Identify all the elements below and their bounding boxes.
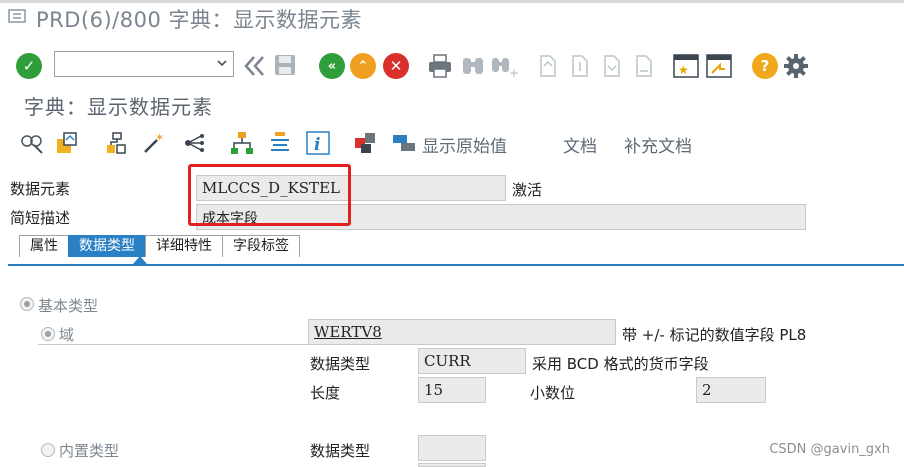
tab-data-type[interactable]: 数据类型 [68,235,146,257]
tab-further-characteristics[interactable]: 详细特性 [145,235,223,257]
magic-wand-icon[interactable]: ✶ [142,131,166,155]
back-icon[interactable]: « [319,53,345,79]
watermark: CSDN @gavin_gxh [769,442,890,457]
domain-radio[interactable] [41,327,55,341]
first-page-icon[interactable] [535,54,559,78]
enter-check-icon[interactable]: ✓ [16,53,42,79]
domain-data-type-description: 采用 BCD 格式的货币字段 [532,355,709,373]
active-tab-indicator [133,256,147,264]
decimals-label: 小数位 [530,384,576,402]
domain-label: 域 [59,326,75,344]
tab-strip: 属性 数据类型 详细特性 字段标签 [19,235,300,257]
print-icon[interactable] [427,54,453,78]
domain-data-type-field: CURR [418,348,526,374]
command-field[interactable] [54,51,234,77]
elementary-type-radio[interactable] [20,297,34,311]
original-value-icon[interactable] [392,131,416,155]
domain-description: 带 +/- 标记的数值字段 PL8 [622,326,807,344]
tab-field-label[interactable]: 字段标签 [222,235,300,257]
command-input[interactable] [59,53,209,75]
where-used-icon[interactable] [183,131,207,155]
svg-text:✶: ✶ [155,131,164,144]
info-icon[interactable]: i [306,131,330,155]
gear-icon[interactable] [783,53,809,79]
chevron-down-icon[interactable] [215,56,229,70]
new-session-icon[interactable]: ★ [673,54,699,78]
window-menu-icon[interactable] [8,9,26,23]
network-icon[interactable] [353,131,377,155]
svg-text:★: ★ [678,63,689,77]
hierarchy-icon[interactable] [230,131,254,155]
domain-underline [38,344,310,345]
decimals-field: 2 [696,377,766,403]
activate-icon[interactable] [104,131,128,155]
find-icon[interactable] [460,54,486,78]
exit-icon[interactable]: ⌃ [350,53,376,79]
domain-field[interactable]: WERTV8 [308,319,616,345]
last-page-icon[interactable] [631,54,655,78]
builtin-type-label: 内置类型 [59,442,120,460]
other-object-icon[interactable] [55,131,79,155]
length-label: 长度 [310,384,341,402]
documentation-button[interactable]: 文档 [563,132,597,157]
help-icon[interactable]: ? [752,53,778,79]
previous-page-icon[interactable] [567,54,591,78]
builtin-length-field[interactable] [418,463,486,467]
cancel-icon[interactable]: ✕ [383,53,409,79]
shortcut-icon[interactable] [706,54,732,78]
highlight-box [188,164,351,226]
window-title: PRD(6)/800 字典：显示数据元素 [36,8,363,32]
domain-data-type-label: 数据类型 [310,355,371,373]
find-next-icon[interactable]: + [490,54,518,78]
elementary-type-label: 基本类型 [38,297,99,315]
svg-text:i: i [314,135,320,155]
svg-text:+: + [509,66,518,78]
tab-attributes[interactable]: 属性 [19,235,69,257]
builtin-type-radio[interactable] [41,443,55,457]
builtin-data-type-field[interactable] [418,435,486,461]
builtin-data-type-label: 数据类型 [310,442,371,460]
activation-status: 激活 [512,181,543,199]
double-chevron-left-icon[interactable] [243,55,267,77]
next-page-icon[interactable] [599,54,623,78]
list-icon[interactable] [268,131,292,155]
supplementary-documentation-button[interactable]: 补充文档 [624,132,692,157]
page-title: 字典：显示数据元素 [24,95,213,119]
length-field: 15 [418,377,486,403]
data-element-label: 数据元素 [10,180,71,198]
tab-divider [8,264,904,266]
show-original-value-button[interactable]: 显示原始值 [422,132,507,157]
display-change-icon[interactable] [20,131,44,155]
save-icon[interactable] [273,53,297,77]
short-description-label: 简短描述 [10,209,71,227]
